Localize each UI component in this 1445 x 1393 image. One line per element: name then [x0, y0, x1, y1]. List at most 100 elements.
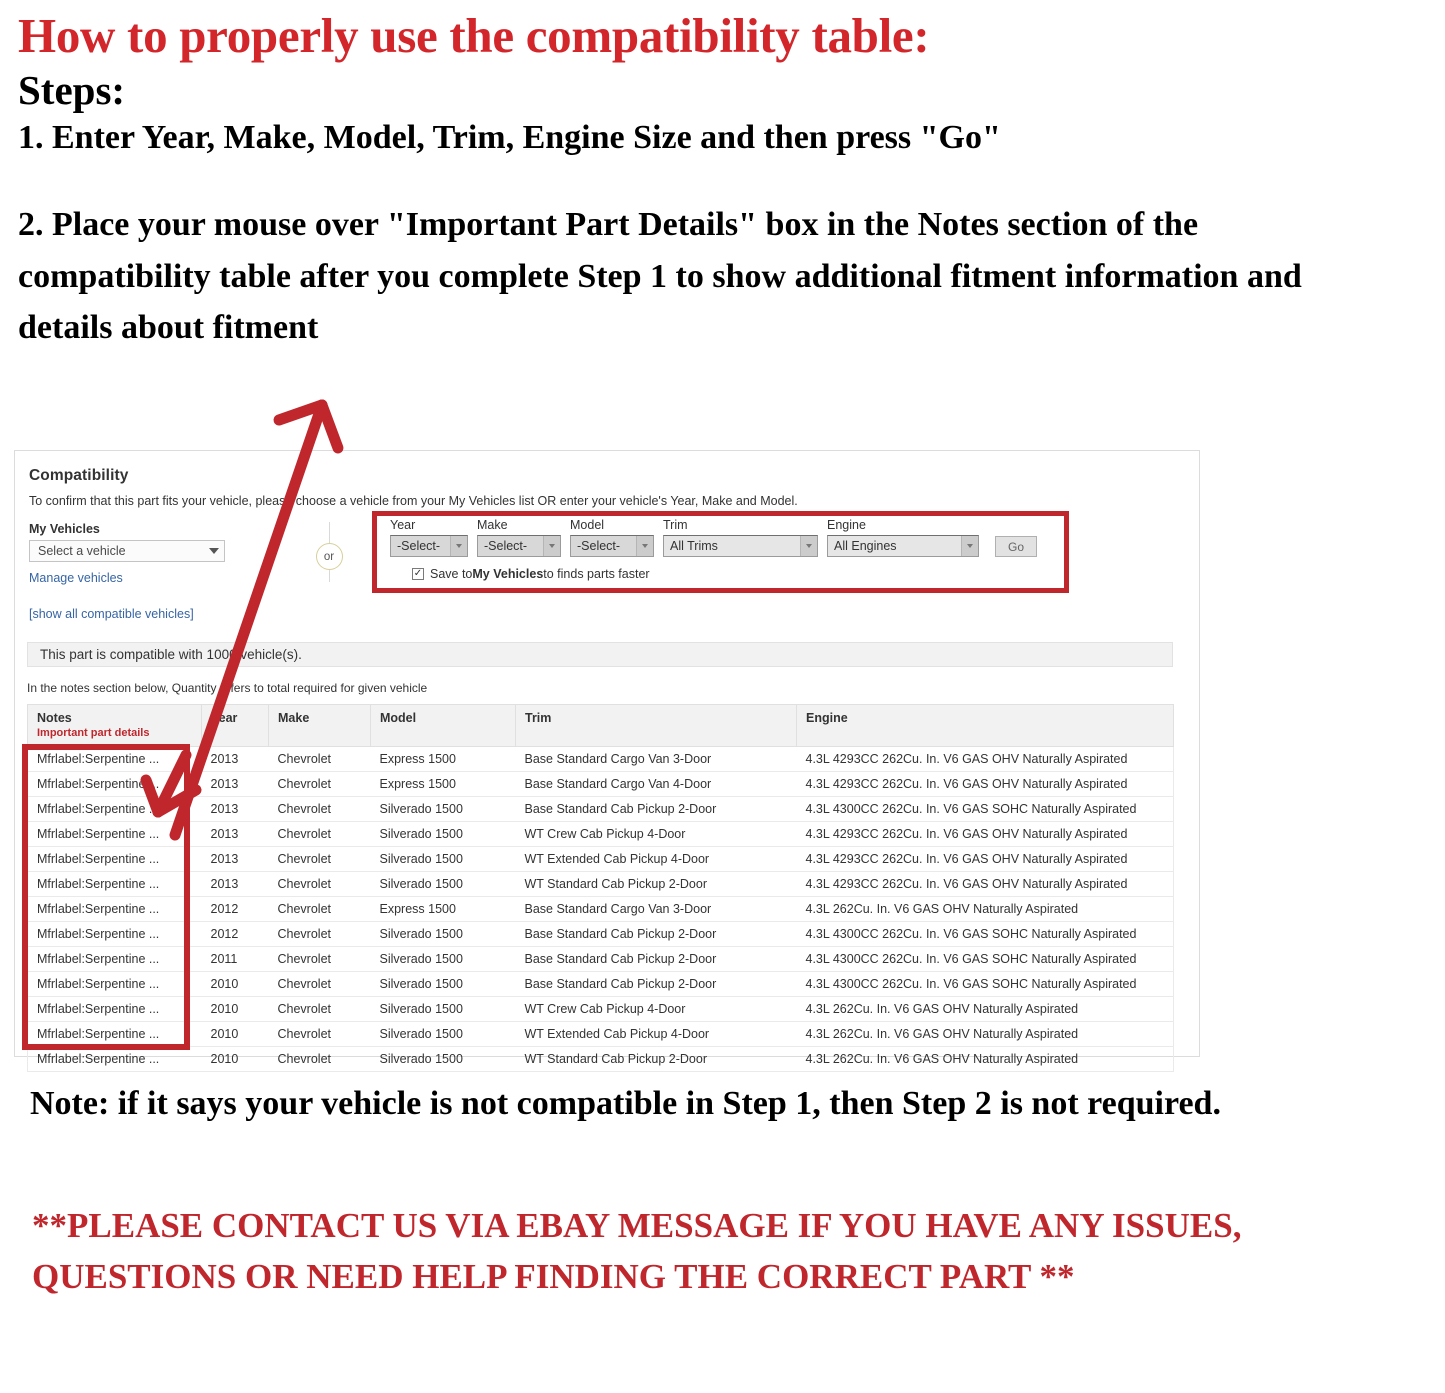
table-row: Mfrlabel:Serpentine ... 2013 Chevrolet Silv… — [27, 846, 1174, 872]
cell-engine: 4.3L 262Cu. In. V6 GAS OHV Naturally Asp… — [796, 1021, 1174, 1047]
cell-engine: 4.3L 4293CC 262Cu. In. V6 GAS OHV Natura… — [796, 846, 1174, 872]
cell-year: 2012 — [201, 896, 269, 922]
trim-select[interactable]: All Trims — [663, 535, 818, 557]
cell-notes[interactable]: Mfrlabel:Serpentine ... — [27, 1046, 202, 1072]
cell-notes[interactable]: Mfrlabel:Serpentine ... — [27, 821, 202, 847]
cell-engine: 4.3L 4300CC 262Cu. In. V6 GAS SOHC Natur… — [796, 921, 1174, 947]
notes-quantity-hint: In the notes section below, Quantity ref… — [27, 681, 428, 695]
engine-select[interactable]: All Engines — [827, 535, 979, 557]
year-select[interactable]: -Select- — [390, 535, 468, 557]
my-vehicles-select[interactable]: Select a vehicle — [29, 540, 225, 562]
cell-model: Silverado 1500 — [370, 971, 516, 997]
cell-make: Chevrolet — [268, 896, 371, 922]
cell-notes[interactable]: Mfrlabel:Serpentine ... — [27, 771, 202, 797]
cell-make: Chevrolet — [268, 996, 371, 1022]
cell-model: Silverado 1500 — [370, 796, 516, 822]
cell-make: Chevrolet — [268, 921, 371, 947]
my-vehicles-label: My Vehicles — [29, 522, 100, 536]
cell-notes[interactable]: Mfrlabel:Serpentine ... — [27, 746, 202, 772]
cell-model: Express 1500 — [370, 746, 516, 772]
make-field-group: Make -Select- — [477, 518, 561, 557]
step-two-text: 2. Place your mouse over "Important Part… — [18, 205, 1302, 347]
table-row: Mfrlabel:Serpentine ... 2013 Chevrolet Silv… — [27, 821, 1174, 847]
cell-make: Chevrolet — [268, 871, 371, 897]
table-row: Mfrlabel:Serpentine ... 2010 Chevrolet Silv… — [27, 1046, 1174, 1072]
fitment-table-body: Mfrlabel:Serpentine ... 2013 Chevrolet Expr… — [27, 746, 1174, 1072]
engine-label: Engine — [827, 518, 866, 532]
cell-notes[interactable]: Mfrlabel:Serpentine ... — [27, 871, 202, 897]
table-row: Mfrlabel:Serpentine ... 2012 Chevrolet Silv… — [27, 921, 1174, 947]
cell-engine: 4.3L 262Cu. In. V6 GAS OHV Naturally Asp… — [796, 896, 1174, 922]
cell-engine: 4.3L 262Cu. In. V6 GAS OHV Naturally Asp… — [796, 996, 1174, 1022]
cell-engine: 4.3L 4293CC 262Cu. In. V6 GAS OHV Natura… — [796, 821, 1174, 847]
cell-engine: 4.3L 4300CC 262Cu. In. V6 GAS SOHC Natur… — [796, 946, 1174, 972]
save-to-my-vehicles-checkbox[interactable]: ✓ — [412, 568, 424, 580]
trim-label: Trim — [663, 518, 688, 532]
cell-year: 2012 — [201, 921, 269, 947]
steps-label: Steps: — [18, 66, 126, 113]
make-label: Make — [477, 518, 508, 532]
cell-year: 2013 — [201, 746, 269, 772]
go-button[interactable]: Go — [995, 536, 1037, 557]
cell-notes[interactable]: Mfrlabel:Serpentine ... — [27, 1021, 202, 1047]
chevron-down-icon — [209, 548, 219, 554]
make-select[interactable]: -Select- — [477, 535, 561, 557]
cell-year: 2013 — [201, 771, 269, 797]
year-selected-value: -Select- — [397, 539, 441, 553]
cell-trim: Base Standard Cargo Van 3-Door — [515, 746, 797, 772]
chevron-down-icon — [800, 536, 817, 556]
cell-notes[interactable]: Mfrlabel:Serpentine ... — [27, 971, 202, 997]
cell-notes[interactable]: Mfrlabel:Serpentine ... — [27, 946, 202, 972]
cell-engine: 4.3L 4300CC 262Cu. In. V6 GAS SOHC Natur… — [796, 796, 1174, 822]
cell-year: 2013 — [201, 846, 269, 872]
cell-trim: Base Standard Cab Pickup 2-Door — [515, 971, 797, 997]
cell-year: 2011 — [201, 946, 269, 972]
or-divider: or — [299, 522, 359, 582]
cell-model: Silverado 1500 — [370, 921, 516, 947]
table-row: Mfrlabel:Serpentine ... 2013 Chevrolet Expr… — [27, 771, 1174, 797]
trim-field-group: Trim All Trims — [663, 518, 818, 557]
cell-year: 2010 — [201, 1046, 269, 1072]
cell-notes[interactable]: Mfrlabel:Serpentine ... — [27, 896, 202, 922]
trim-selected-value: All Trims — [670, 539, 718, 553]
table-row: Mfrlabel:Serpentine ... 2013 Chevrolet Expr… — [27, 746, 1174, 772]
my-vehicles-selected-value: Select a vehicle — [38, 544, 126, 558]
cell-engine: 4.3L 4300CC 262Cu. In. V6 GAS SOHC Natur… — [796, 971, 1174, 997]
col-header-notes-sub: Important part details — [37, 727, 150, 739]
cell-year: 2013 — [201, 796, 269, 822]
cell-model: Silverado 1500 — [370, 1021, 516, 1047]
fitment-table-header-row: Notes Important part details Year Make M… — [27, 704, 1174, 747]
cell-make: Chevrolet — [268, 846, 371, 872]
instructions-block: How to properly use the compatibility ta… — [18, 10, 1418, 354]
cell-trim: WT Extended Cab Pickup 4-Door — [515, 846, 797, 872]
cell-notes[interactable]: Mfrlabel:Serpentine ... — [27, 846, 202, 872]
table-row: Mfrlabel:Serpentine ... 2012 Chevrolet Expr… — [27, 896, 1174, 922]
cell-model: Silverado 1500 — [370, 846, 516, 872]
cell-engine: 4.3L 4293CC 262Cu. In. V6 GAS OHV Natura… — [796, 771, 1174, 797]
cell-trim: Base Standard Cab Pickup 2-Door — [515, 796, 797, 822]
col-header-engine: Engine — [796, 704, 1174, 747]
vehicle-search-form: Year -Select- Make -Select- Model -Selec… — [390, 518, 1037, 581]
show-all-compatible-vehicles-link[interactable]: [show all compatible vehicles] — [29, 607, 299, 621]
cell-model: Silverado 1500 — [370, 871, 516, 897]
cell-notes[interactable]: Mfrlabel:Serpentine ... — [27, 996, 202, 1022]
cell-notes[interactable]: Mfrlabel:Serpentine ... — [27, 921, 202, 947]
cell-year: 2013 — [201, 871, 269, 897]
compatible-count-banner: This part is compatible with 1000 vehicl… — [27, 642, 1173, 667]
cell-make: Chevrolet — [268, 946, 371, 972]
fitment-table-head: Notes Important part details Year Make M… — [27, 704, 1174, 747]
col-header-year: Year — [201, 704, 269, 747]
cell-trim: WT Crew Cab Pickup 4-Door — [515, 821, 797, 847]
save-to-my-vehicles-row[interactable]: ✓ Save to My Vehicles to finds parts fas… — [412, 567, 1037, 581]
my-vehicles-column: My Vehicles Select a vehicle Manage vehi… — [29, 522, 299, 621]
table-row: Mfrlabel:Serpentine ... 2010 Chevrolet Silv… — [27, 996, 1174, 1022]
year-field-group: Year -Select- — [390, 518, 468, 557]
cell-trim: Base Standard Cab Pickup 2-Door — [515, 946, 797, 972]
manage-vehicles-link[interactable]: Manage vehicles — [29, 571, 299, 585]
cell-trim: Base Standard Cab Pickup 2-Door — [515, 921, 797, 947]
year-label: Year — [390, 518, 416, 532]
cell-notes[interactable]: Mfrlabel:Serpentine ... — [27, 796, 202, 822]
model-select[interactable]: -Select- — [570, 535, 654, 557]
model-selected-value: -Select- — [577, 539, 621, 553]
cell-make: Chevrolet — [268, 1046, 371, 1072]
